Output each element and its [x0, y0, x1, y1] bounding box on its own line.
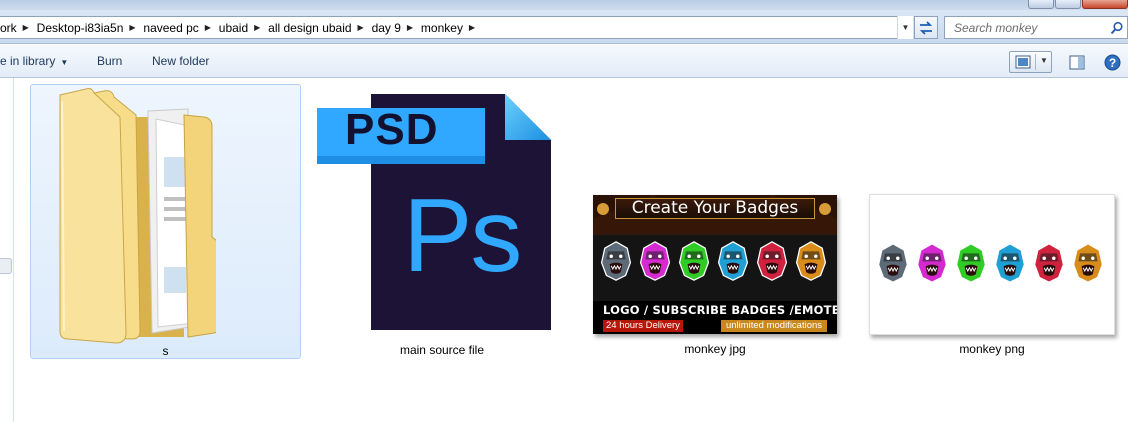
file-name: main source file [399, 343, 485, 357]
burn-button[interactable]: Burn [97, 54, 122, 68]
refresh-icon [919, 20, 933, 35]
breadcrumb-monkey[interactable]: monkey ▶ [415, 17, 477, 38]
photoshop-mark: Ps [403, 178, 522, 294]
gorilla-badge-icon [994, 241, 1026, 290]
navigation-pane-scroll-handle[interactable] [0, 258, 12, 274]
address-bar-region: ork ▶ Desktop-i83ia5n ▶ naveed pc ▶ ubaid ▶ … [0, 10, 1128, 44]
breadcrumb-label: all design ubaid [268, 20, 352, 35]
command-bar: e in library ▼ Burn New folder [0, 45, 1128, 78]
svg-text:?: ? [1108, 55, 1115, 69]
breadcrumb-label: naveed pc [143, 20, 199, 35]
gorilla-badge-icon [678, 239, 710, 288]
help-button[interactable]: ? [1101, 51, 1123, 73]
breadcrumb-label: ubaid [218, 20, 249, 35]
gorilla-badge-icon [1072, 241, 1104, 290]
close-button[interactable] [1082, 0, 1128, 9]
file-label-png: monkey png [869, 342, 1115, 358]
gorilla-badge-icon [955, 241, 987, 290]
file-item-folder[interactable]: s [30, 84, 301, 359]
breadcrumb-ork[interactable]: ork ▶ [0, 17, 31, 38]
search-input[interactable]: Search monkey [944, 16, 1128, 39]
file-name: s [162, 344, 169, 358]
maximize-button[interactable] [1055, 0, 1081, 9]
psd-badge-text: PSD [345, 105, 439, 154]
gorilla-badge-icon [877, 241, 909, 290]
search-icon[interactable] [1110, 21, 1124, 35]
search-placeholder: Search monkey [954, 20, 1038, 35]
new-folder-button[interactable]: New folder [152, 54, 209, 68]
breadcrumb-desktop[interactable]: Desktop-i83ia5n ▶ [31, 17, 138, 38]
navigation-pane[interactable] [0, 78, 14, 422]
breadcrumb-all-design-ubaid[interactable]: all design ubaid ▶ [262, 17, 365, 38]
banner-delivery: 24 hours Delivery [603, 320, 683, 332]
file-item-psd[interactable]: PSD Ps main source file [315, 88, 569, 363]
file-name: monkey jpg [684, 342, 746, 356]
chevron-right-icon[interactable]: ▶ [21, 17, 31, 38]
folder-icon [59, 88, 216, 344]
include-in-library-label: e in library [0, 54, 56, 68]
gorilla-badge-icon [717, 239, 749, 288]
preview-pane-button[interactable] [1066, 51, 1088, 73]
breadcrumb-ubaid[interactable]: ubaid ▶ [213, 17, 262, 38]
breadcrumb-label: ork [0, 20, 17, 35]
breadcrumb-label: Desktop-i83ia5n [36, 20, 124, 35]
gorilla-badge-icon [1033, 241, 1065, 290]
include-in-library-button[interactable]: e in library ▼ [0, 54, 68, 68]
chevron-right-icon[interactable]: ▶ [405, 17, 415, 38]
new-folder-label: New folder [152, 54, 210, 68]
file-list-view[interactable]: s PSD Ps main source file Create Your Ba… [15, 78, 1128, 422]
gorilla-badge-icon [756, 239, 788, 288]
chevron-down-icon[interactable]: ▼ [1040, 56, 1048, 65]
chevron-right-icon[interactable]: ▶ [467, 17, 477, 38]
refresh-button[interactable] [914, 16, 938, 39]
help-icon: ? [1104, 54, 1120, 70]
chevron-right-icon[interactable]: ▶ [252, 17, 262, 38]
gorilla-badge-icon [600, 239, 632, 288]
address-history-dropdown[interactable]: ▼ [897, 16, 913, 39]
breadcrumb-day-9[interactable]: day 9 ▶ [366, 17, 415, 38]
file-thumbnail-jpg[interactable]: Create Your Badges LOGO / SUBSCRIBE BADG… [593, 195, 837, 334]
change-view-button[interactable]: ▼ [1009, 51, 1052, 73]
gorilla-badge-icon [639, 239, 671, 288]
file-thumbnail-png[interactable] [869, 194, 1115, 335]
banner-footer: LOGO / SUBSCRIBE BADGES /EMOTES 24 hours… [593, 301, 837, 334]
window-title-strip [0, 0, 1128, 10]
chevron-down-icon: ▼ [60, 58, 69, 67]
gorilla-badge-icon [795, 239, 827, 288]
file-label-jpg: monkey jpg [593, 342, 837, 358]
banner-modifications: unlimited modifications [721, 320, 827, 332]
address-bar[interactable]: ork ▶ Desktop-i83ia5n ▶ naveed pc ▶ ubaid ▶ … [0, 16, 913, 39]
burn-label: Burn [97, 54, 123, 68]
breadcrumb-label: monkey [420, 20, 463, 35]
chevron-right-icon[interactable]: ▶ [356, 17, 366, 38]
breadcrumb-label: day 9 [371, 20, 401, 35]
chevron-right-icon[interactable]: ▶ [127, 17, 137, 38]
breadcrumb-naveed-pc[interactable]: naveed pc ▶ [137, 17, 212, 38]
divider [1035, 54, 1036, 70]
minimize-button[interactable] [1028, 0, 1054, 9]
gorilla-badge-icon [916, 241, 948, 290]
file-name: monkey png [959, 342, 1025, 356]
preview-pane-icon [1069, 55, 1085, 69]
banner-title: Create Your Badges [615, 198, 815, 219]
chevron-right-icon[interactable]: ▶ [203, 17, 213, 38]
banner-subtitle: LOGO / SUBSCRIBE BADGES /EMOTES [603, 303, 837, 317]
view-icon [1015, 55, 1031, 69]
